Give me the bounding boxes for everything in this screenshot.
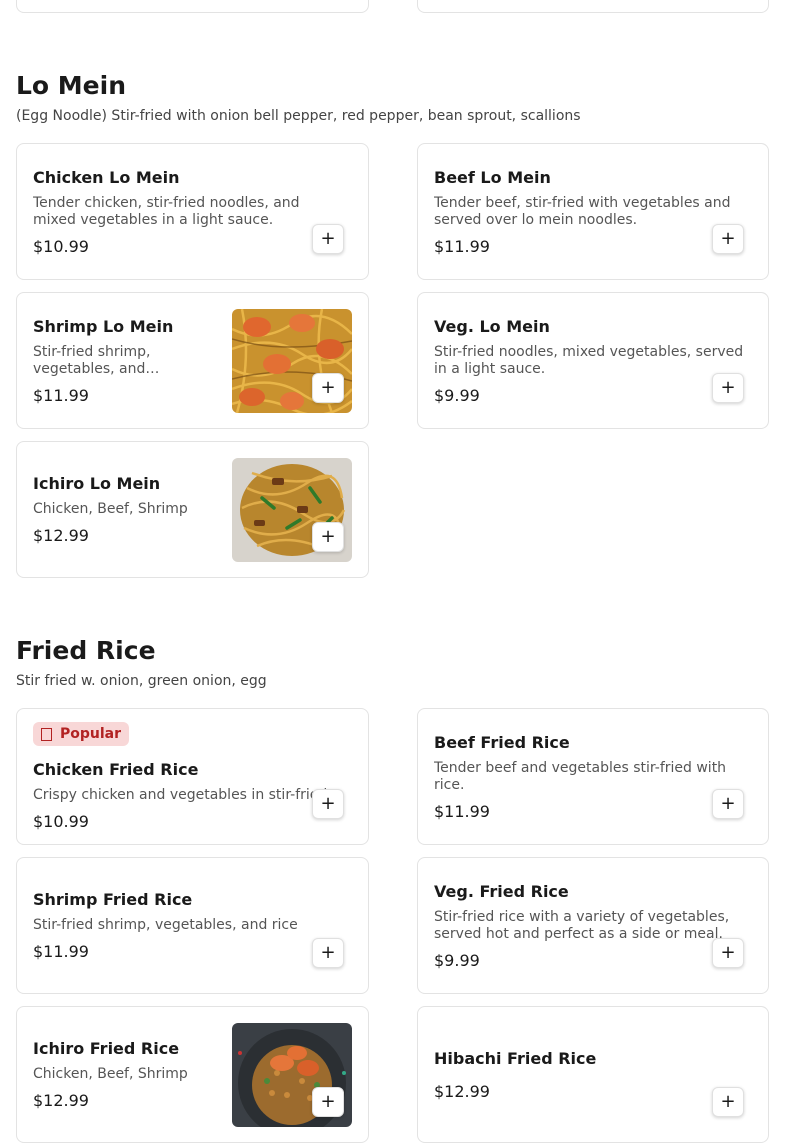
item-name: Chicken Fried Rice bbox=[33, 760, 199, 779]
item-price: $12.99 bbox=[33, 526, 89, 545]
plus-icon: + bbox=[720, 942, 736, 963]
plus-icon: + bbox=[320, 228, 336, 249]
add-to-cart-button[interactable]: + bbox=[312, 522, 344, 552]
add-to-cart-button[interactable]: + bbox=[712, 224, 744, 254]
item-description: Tender beef and vegetables stir-fried wi… bbox=[434, 759, 727, 793]
fire-icon bbox=[41, 727, 52, 741]
item-price: $11.99 bbox=[434, 236, 490, 256]
add-to-cart-button[interactable]: + bbox=[712, 789, 744, 819]
menu-item-beef-fried-rice[interactable]: Beef Fried Rice Tender beef and vegetabl… bbox=[417, 708, 769, 845]
item-name: Chicken Lo Mein bbox=[33, 167, 180, 187]
item-name: Ichiro Fried Rice bbox=[33, 1039, 180, 1058]
item-description: Stir-fried shrimp, vegetables, and… bbox=[33, 343, 160, 377]
menu-item-shrimp-fried-rice[interactable]: Shrimp Fried Rice Stir-fried shrimp, veg… bbox=[16, 857, 369, 994]
popular-badge: Popular bbox=[33, 722, 130, 746]
add-to-cart-button[interactable]: + bbox=[712, 373, 744, 403]
add-to-cart-button[interactable]: + bbox=[312, 789, 344, 819]
item-name: Hibachi Fried Rice bbox=[434, 1048, 597, 1068]
menu-item-shrimp-lo-mein[interactable]: Shrimp Lo Mein Stir-fried shrimp, vegeta… bbox=[16, 292, 369, 429]
item-price: $12.99 bbox=[33, 1091, 89, 1110]
item-name: Ichiro Lo Mein bbox=[33, 474, 161, 493]
item-price: $9.99 bbox=[434, 385, 480, 405]
plus-icon: + bbox=[320, 1091, 336, 1112]
item-description: Stir-fried shrimp, vegetables, and rice bbox=[33, 917, 298, 933]
item-name: Shrimp Fried Rice bbox=[33, 890, 193, 909]
add-to-cart-button[interactable]: + bbox=[312, 224, 344, 254]
menu-item-veg-lo-mein[interactable]: Veg. Lo Mein Stir-fried noodles, mixed v… bbox=[417, 292, 769, 429]
item-name: Beef Lo Mein bbox=[434, 167, 551, 187]
section-description-lo-mein: (Egg Noodle) Stir-fried with onion bell … bbox=[16, 108, 581, 124]
item-price: $11.99 bbox=[33, 942, 89, 961]
item-description: Tender chicken, stir-fried noodles, and … bbox=[33, 194, 300, 228]
item-price: $11.99 bbox=[434, 801, 490, 821]
section-description-fried-rice: Stir fried w. onion, green onion, egg bbox=[16, 673, 267, 689]
item-price: $11.99 bbox=[33, 385, 89, 405]
menu-item-ichiro-lo-mein[interactable]: Ichiro Lo Mein Chicken, Beef, Shrimp $12… bbox=[16, 441, 369, 578]
plus-icon: + bbox=[720, 377, 736, 398]
item-description: Chicken, Beef, Shrimp bbox=[33, 1066, 188, 1082]
menu-item-card[interactable] bbox=[16, 0, 369, 13]
plus-icon: + bbox=[320, 526, 336, 547]
menu-item-hibachi-fried-rice[interactable]: Hibachi Fried Rice $12.99 + bbox=[417, 1006, 769, 1143]
plus-icon: + bbox=[720, 793, 736, 814]
menu-item-chicken-fried-rice[interactable]: Popular Chicken Fried Rice Crispy chicke… bbox=[16, 708, 369, 845]
menu-item-chicken-lo-mein[interactable]: Chicken Lo Mein Tender chicken, stir-fri… bbox=[16, 143, 369, 280]
item-price: $12.99 bbox=[434, 1081, 490, 1101]
menu-page: Lo Mein (Egg Noodle) Stir-fried with oni… bbox=[0, 0, 785, 1143]
item-price: $10.99 bbox=[33, 236, 89, 256]
item-name: Beef Fried Rice bbox=[434, 732, 570, 752]
badge-label: Popular bbox=[60, 726, 122, 742]
menu-item-beef-lo-mein[interactable]: Beef Lo Mein Tender beef, stir-fried wit… bbox=[417, 143, 769, 280]
section-title-fried-rice: Fried Rice bbox=[16, 636, 156, 665]
plus-icon: + bbox=[720, 228, 736, 249]
item-description: Stir-fried noodles, mixed vegetables, se… bbox=[434, 343, 744, 377]
plus-icon: + bbox=[320, 377, 336, 398]
item-description: Crispy chicken and vegetables in stir-fr… bbox=[33, 787, 328, 803]
item-description: Tender beef, stir-fried with vegetables … bbox=[434, 194, 731, 228]
item-description: Stir-fried rice with a variety of vegeta… bbox=[434, 908, 730, 942]
add-to-cart-button[interactable]: + bbox=[312, 373, 344, 403]
plus-icon: + bbox=[720, 1091, 736, 1112]
section-title-lo-mein: Lo Mein bbox=[16, 71, 127, 100]
item-description: Chicken, Beef, Shrimp bbox=[33, 501, 188, 517]
menu-item-veg-fried-rice[interactable]: Veg. Fried Rice Stir-fried rice with a v… bbox=[417, 857, 769, 994]
add-to-cart-button[interactable]: + bbox=[312, 1087, 344, 1117]
add-to-cart-button[interactable]: + bbox=[312, 938, 344, 968]
item-name: Veg. Fried Rice bbox=[434, 881, 569, 901]
menu-item-ichiro-fried-rice[interactable]: Ichiro Fried Rice Chicken, Beef, Shrimp … bbox=[16, 1006, 369, 1143]
plus-icon: + bbox=[320, 793, 336, 814]
item-price: $9.99 bbox=[434, 950, 480, 970]
item-price: $10.99 bbox=[33, 812, 89, 831]
plus-icon: + bbox=[320, 942, 336, 963]
menu-item-card[interactable] bbox=[417, 0, 769, 13]
item-name: Shrimp Lo Mein bbox=[33, 316, 174, 336]
item-name: Veg. Lo Mein bbox=[434, 316, 550, 336]
add-to-cart-button[interactable]: + bbox=[712, 938, 744, 968]
add-to-cart-button[interactable]: + bbox=[712, 1087, 744, 1117]
